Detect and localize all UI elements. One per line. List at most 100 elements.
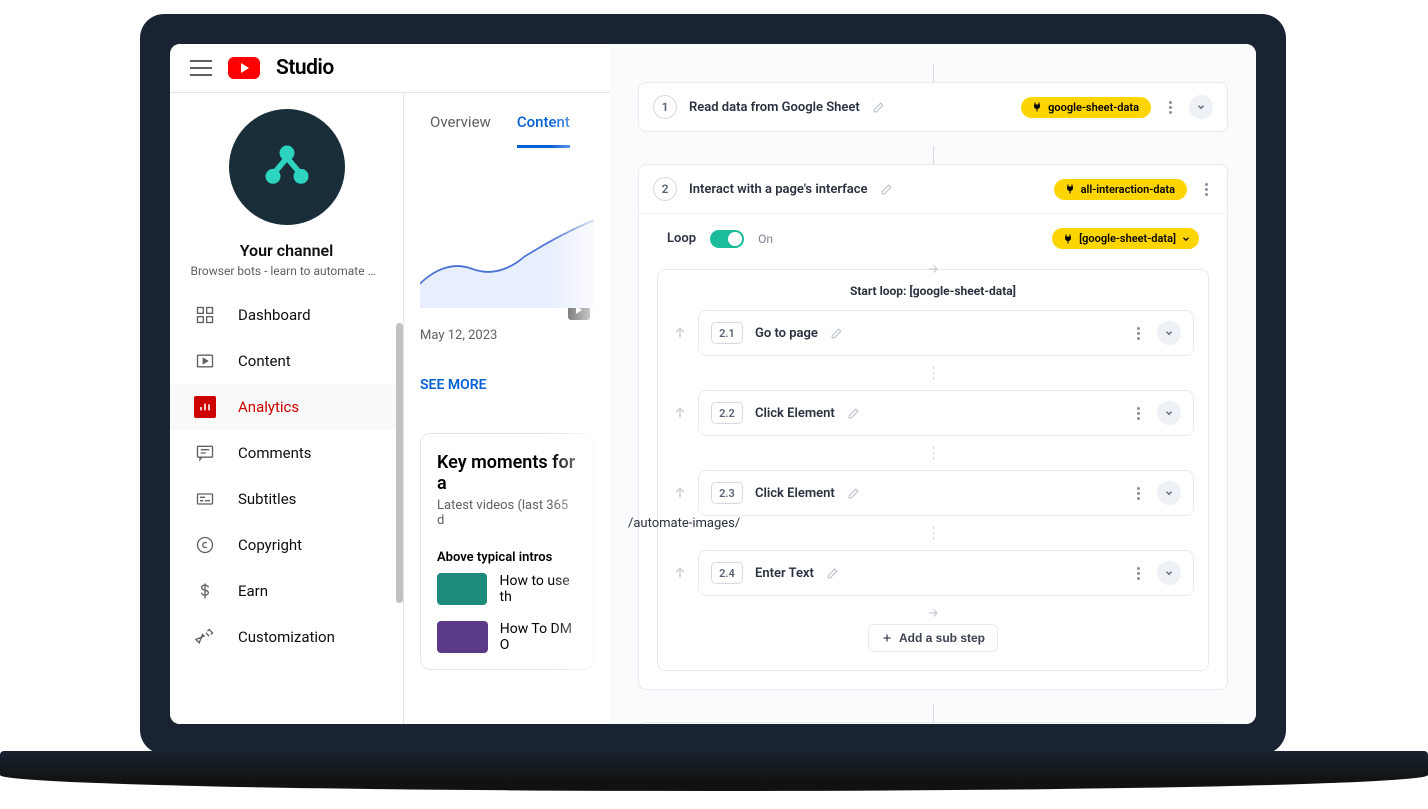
kebab-menu[interactable] [1131,407,1145,420]
expand-button[interactable] [1157,321,1181,345]
sidebar-item-label: Subtitles [238,490,296,508]
loop-container: Start loop: [google-sheet-data] 2.1 Go t… [657,269,1209,671]
subtitles-icon [194,488,216,510]
sidebar-item-content[interactable]: Content [170,338,403,384]
yt-header: Studio [170,44,610,93]
plus-icon [881,632,893,644]
channel-subtitle: Browser bots - learn to automate wit… [177,264,397,278]
video-title: How to use th [499,573,577,605]
kebab-menu[interactable] [1163,101,1177,114]
edit-icon[interactable] [847,487,860,500]
scrollbar[interactable] [396,323,403,603]
step-card-3: 3 Write data to a Google Sheet [638,722,1228,724]
add-substep-button[interactable]: Add a sub step [868,624,998,652]
substep-card: 2.1 Go to page [698,310,1194,356]
step-title: Read data from Google Sheet [689,100,860,115]
sidebar-item-label: Content [238,352,291,370]
sidebar-item-customization[interactable]: Customization [170,614,403,660]
loop-toggle[interactable] [710,230,744,248]
step-card-2: 2 Interact with a page's interface all-i… [638,164,1228,690]
chart-date: May 12, 2023 [420,328,594,343]
edit-icon[interactable] [880,183,893,196]
customization-icon [194,626,216,648]
video-thumbnail [437,621,488,653]
edit-icon[interactable] [872,101,885,114]
arrow-up-icon[interactable] [672,325,688,341]
loop-source-dropdown[interactable]: [google-sheet-data] [1052,228,1199,249]
content-icon [194,350,216,372]
arrow-up-icon[interactable] [672,405,688,421]
hamburger-icon[interactable] [190,60,212,76]
youtube-logo-icon [228,57,260,79]
step-title: Interact with a page's interface [689,182,868,197]
video-row[interactable]: How to use th [437,565,577,613]
loop-heading: Start loop: [google-sheet-data] [672,284,1194,298]
substep-number: 2.2 [711,402,743,424]
sidebar: Your channel Browser bots - learn to aut… [170,93,404,724]
loop-state: On [758,232,773,246]
arrow-up-icon[interactable] [672,565,688,581]
sidebar-item-label: Earn [238,582,268,600]
arrow-right-icon [926,606,940,620]
substep-title: Click Element [755,486,835,501]
analytics-chart [420,198,594,308]
dashboard-icon [194,304,216,326]
expand-button[interactable] [1189,95,1213,119]
tab-content[interactable]: Content [517,113,570,148]
copyright-icon [194,534,216,556]
channel-title: Your channel [240,241,334,260]
arrow-up-icon[interactable] [672,485,688,501]
edit-icon[interactable] [826,567,839,580]
tab-overview[interactable]: Overview [430,113,491,148]
loop-label: Loop [667,231,696,246]
moments-title: Key moments for a [437,452,577,494]
add-substep-label: Add a sub step [899,631,985,645]
expand-button[interactable] [1157,401,1181,425]
plug-icon [1064,183,1076,195]
substep-card: 2.2 Click Element [698,390,1194,436]
substep-card: 2.3 Click Element [698,470,1194,516]
sidebar-item-analytics[interactable]: Analytics [170,384,403,430]
arrow-right-icon [926,262,940,276]
see-more-link[interactable]: SEE MORE [420,377,487,393]
earn-icon [194,580,216,602]
expand-button[interactable] [1157,481,1181,505]
loop-source-label: [google-sheet-data] [1079,232,1176,245]
substep-number: 2.3 [711,482,743,504]
kebab-menu[interactable] [1131,327,1145,340]
kebab-menu[interactable] [1131,567,1145,580]
channel-avatar[interactable] [229,109,345,225]
sidebar-item-earn[interactable]: Earn [170,568,403,614]
substep-title: Click Element [755,406,835,421]
expand-button[interactable] [1157,561,1181,585]
tag-label: all-interaction-data [1081,183,1175,196]
content-area: Overview Content May 12, 2023 SEE MORE [404,93,610,724]
kebab-menu[interactable] [1199,183,1213,196]
step-number: 2 [653,177,677,201]
plug-icon [1062,233,1074,245]
substep-title: Go to page [755,326,818,341]
sidebar-item-comments[interactable]: Comments [170,430,403,476]
video-title: How To DM O [500,621,577,653]
substep-title: Enter Text [755,566,814,581]
key-moments-card: Key moments for a Latest videos (last 36… [420,433,594,670]
tag-label: google-sheet-data [1048,101,1139,114]
substep-number: 2.4 [711,562,743,584]
data-tag[interactable]: all-interaction-data [1054,179,1187,200]
video-row[interactable]: How To DM O [437,613,577,661]
studio-label: Studio [276,56,334,80]
sidebar-item-subtitles[interactable]: Subtitles [170,476,403,522]
sidebar-item-dashboard[interactable]: Dashboard [170,292,403,338]
substep-card: 2.4 Enter Text [698,550,1194,596]
kebab-menu[interactable] [1131,487,1145,500]
data-tag[interactable]: google-sheet-data [1021,97,1151,118]
step-card-1: 1 Read data from Google Sheet google-she… [638,82,1228,132]
substep-number: 2.1 [711,322,743,344]
sidebar-item-label: Comments [238,444,312,462]
sidebar-item-label: Copyright [238,536,302,554]
chevron-down-icon [1181,234,1191,244]
workflow-panel: /automate-images/ 1 Read data from Googl… [610,44,1256,724]
edit-icon[interactable] [830,327,843,340]
edit-icon[interactable] [847,407,860,420]
sidebar-item-copyright[interactable]: Copyright [170,522,403,568]
